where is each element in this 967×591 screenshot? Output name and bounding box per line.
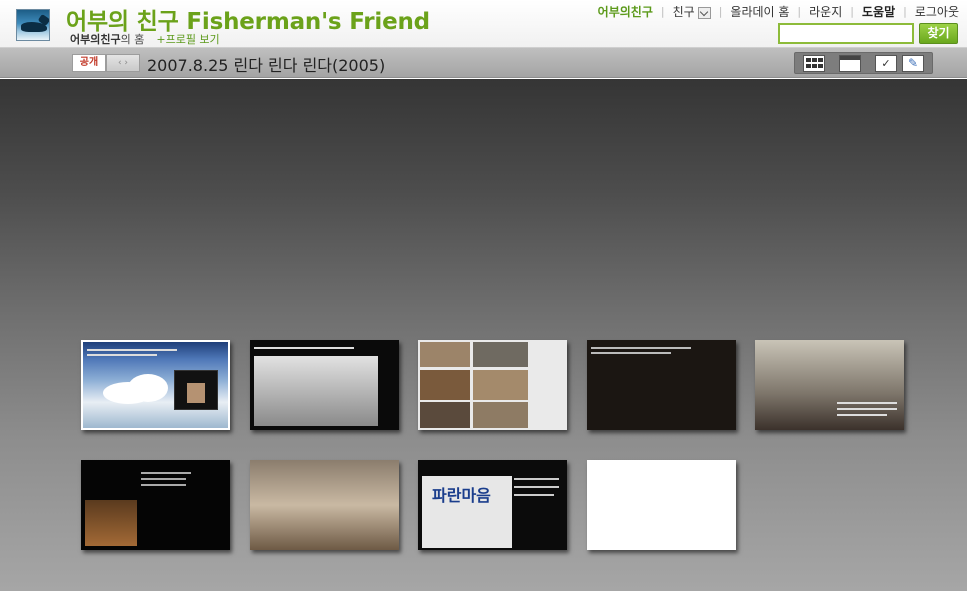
search-input[interactable]	[778, 23, 914, 44]
visibility-toggle[interactable]: ‹ ›	[106, 54, 140, 72]
edit-icon[interactable]: ✎	[902, 55, 924, 72]
album-gallery: 파란마음	[0, 79, 967, 591]
nav-allday-home-link[interactable]: 올라데이 홈	[730, 3, 789, 20]
nav-home-link[interactable]: 어부의친구	[598, 3, 653, 20]
nav-help-link[interactable]: 도움말	[862, 3, 895, 20]
owner-line: 어부의친구의 홈 +프로필 보기	[70, 31, 220, 47]
nav-separator: |	[903, 5, 907, 18]
nav-lounge-link[interactable]: 라운지	[809, 3, 842, 20]
photo-thumbnail[interactable]	[418, 340, 567, 430]
photo-thumbnail[interactable]	[755, 340, 904, 430]
photo-thumbnail[interactable]	[250, 460, 399, 550]
photo-thumbnail[interactable]	[250, 340, 399, 430]
photo-thumbnail[interactable]: 파란마음	[418, 460, 567, 550]
search-button[interactable]: 찾기	[919, 23, 958, 44]
nav-separator: |	[718, 5, 723, 18]
calendar-view-icon[interactable]	[839, 55, 861, 72]
visibility-badge[interactable]: 공개	[72, 54, 106, 72]
check-icon[interactable]: ✓	[875, 55, 897, 72]
nav-separator: |	[660, 5, 665, 18]
nav-separator: |	[797, 5, 802, 18]
whale-logo-icon[interactable]	[16, 9, 50, 41]
page-header: 어부의 친구 Fisherman's Friend 어부의친구의 홈 +프로필 보…	[0, 0, 967, 48]
grid-view-icon[interactable]	[803, 55, 825, 72]
nav-separator: |	[850, 5, 854, 18]
view-toolbar: ✓ ✎	[794, 52, 933, 74]
top-navigation: 어부의친구 | 친구 | 올라데이 홈 | 라운지 | 도움말 | 로그아웃	[598, 3, 959, 20]
profile-link[interactable]: +프로필 보기	[156, 33, 219, 46]
photo-thumbnail[interactable]	[81, 340, 230, 430]
chevron-down-icon[interactable]	[697, 6, 711, 19]
photo-thumbnail[interactable]	[587, 340, 736, 430]
nav-friends-link[interactable]: 친구	[673, 3, 711, 20]
owner-name[interactable]: 어부의친구	[70, 33, 121, 46]
owner-suffix: 의 홈	[120, 33, 145, 46]
album-title-bar: 공개 ‹ › 2007.8.25 린다 린다 린다(2005) ✓ ✎	[0, 48, 967, 78]
photo-thumbnail[interactable]	[81, 460, 230, 550]
nav-friends-label: 친구	[672, 5, 695, 19]
album-title: 2007.8.25 린다 린다 린다(2005)	[147, 56, 386, 75]
nav-logout-link[interactable]: 로그아웃	[915, 3, 959, 20]
photo-thumbnail[interactable]	[587, 460, 736, 550]
